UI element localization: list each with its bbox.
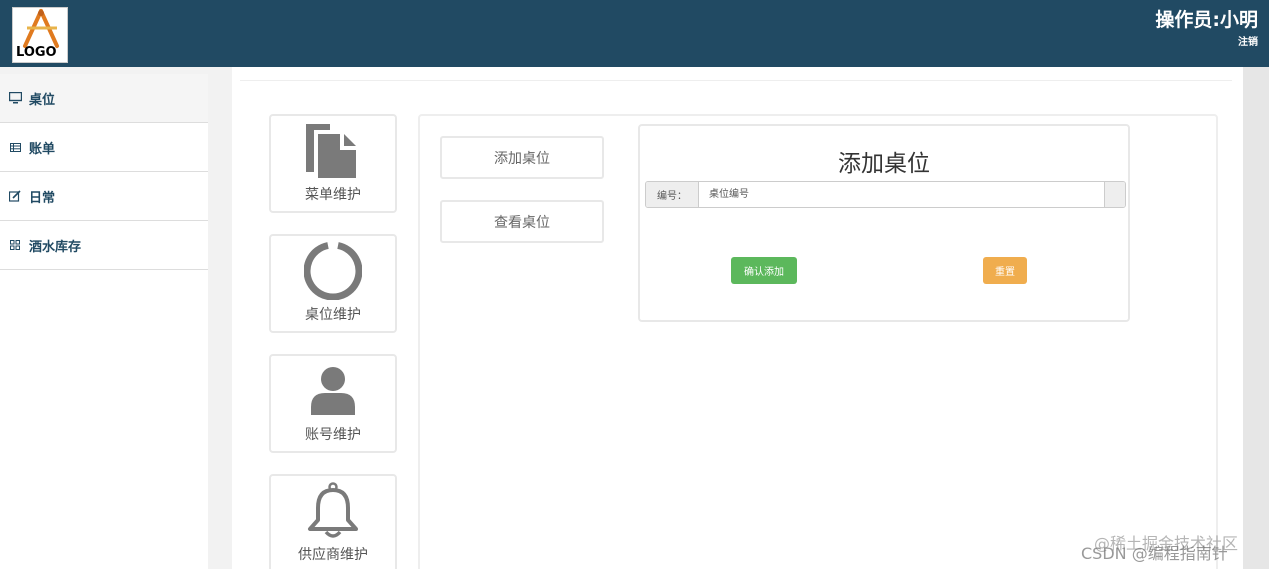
confirm-add-button[interactable]: 确认添加	[731, 257, 797, 284]
logout-link[interactable]: 注销	[1238, 33, 1258, 48]
grid-icon	[8, 238, 22, 252]
sidebar-item-label: 桌位	[29, 92, 56, 108]
watermark: CSDN @编程指南针	[1081, 544, 1228, 563]
monitor-icon	[8, 91, 22, 105]
sidebar-item-table[interactable]: 桌位	[0, 74, 208, 123]
sidebar-item-daily[interactable]: 日常	[0, 172, 208, 221]
tile-menu-maintenance[interactable]: 菜单维护	[269, 114, 397, 213]
number-input-group: 编号：	[645, 181, 1126, 208]
sidebar-item-label: 酒水库存	[29, 239, 82, 255]
content-panel: 添加桌位 查看桌位 添加桌位 编号： 确认添加 重置	[418, 114, 1218, 569]
document-icon	[306, 124, 356, 178]
logo: LOGO	[12, 7, 68, 63]
compass-logo-icon	[23, 9, 59, 48]
tile-label: 菜单维护	[305, 187, 361, 203]
edit-icon	[8, 189, 22, 203]
sidebar: 桌位 账单 日常 酒水库存	[0, 67, 208, 569]
operator-name: 操作员:小明	[1155, 9, 1258, 31]
tile-table-maintenance[interactable]: 桌位维护	[269, 234, 397, 333]
logo-text: LOGO	[16, 45, 57, 60]
reset-button[interactable]: 重置	[983, 257, 1027, 284]
list-icon	[8, 140, 22, 154]
user-icon	[311, 367, 355, 415]
tile-supplier-maintenance[interactable]: 供应商维护	[269, 474, 397, 569]
tile-label: 账号维护	[305, 427, 361, 443]
main-content: 菜单维护 桌位维护 账号维护 供应商维护 添加桌位 查看桌位 添加桌位 编号： …	[232, 67, 1243, 569]
scrollbar[interactable]	[1243, 67, 1269, 569]
bell-icon	[308, 482, 358, 538]
tile-label: 供应商维护	[298, 547, 368, 563]
add-table-form: 添加桌位 编号： 确认添加 重置	[638, 124, 1130, 322]
tile-account-maintenance[interactable]: 账号维护	[269, 354, 397, 453]
number-label: 编号：	[646, 182, 699, 207]
sidebar-item-bill[interactable]: 账单	[0, 123, 208, 172]
circle-icon	[304, 242, 362, 300]
table-number-input[interactable]	[699, 182, 1104, 207]
view-table-button[interactable]: 查看桌位	[440, 200, 604, 243]
sidebar-item-label: 日常	[29, 190, 56, 206]
sidebar-item-label: 账单	[29, 141, 56, 157]
top-header: LOGO 操作员:小明 注销	[0, 0, 1269, 67]
form-title: 添加桌位	[838, 151, 930, 177]
sidebar-item-drinks[interactable]: 酒水库存	[0, 221, 208, 270]
tile-label: 桌位维护	[305, 307, 361, 323]
add-table-button[interactable]: 添加桌位	[440, 136, 604, 179]
